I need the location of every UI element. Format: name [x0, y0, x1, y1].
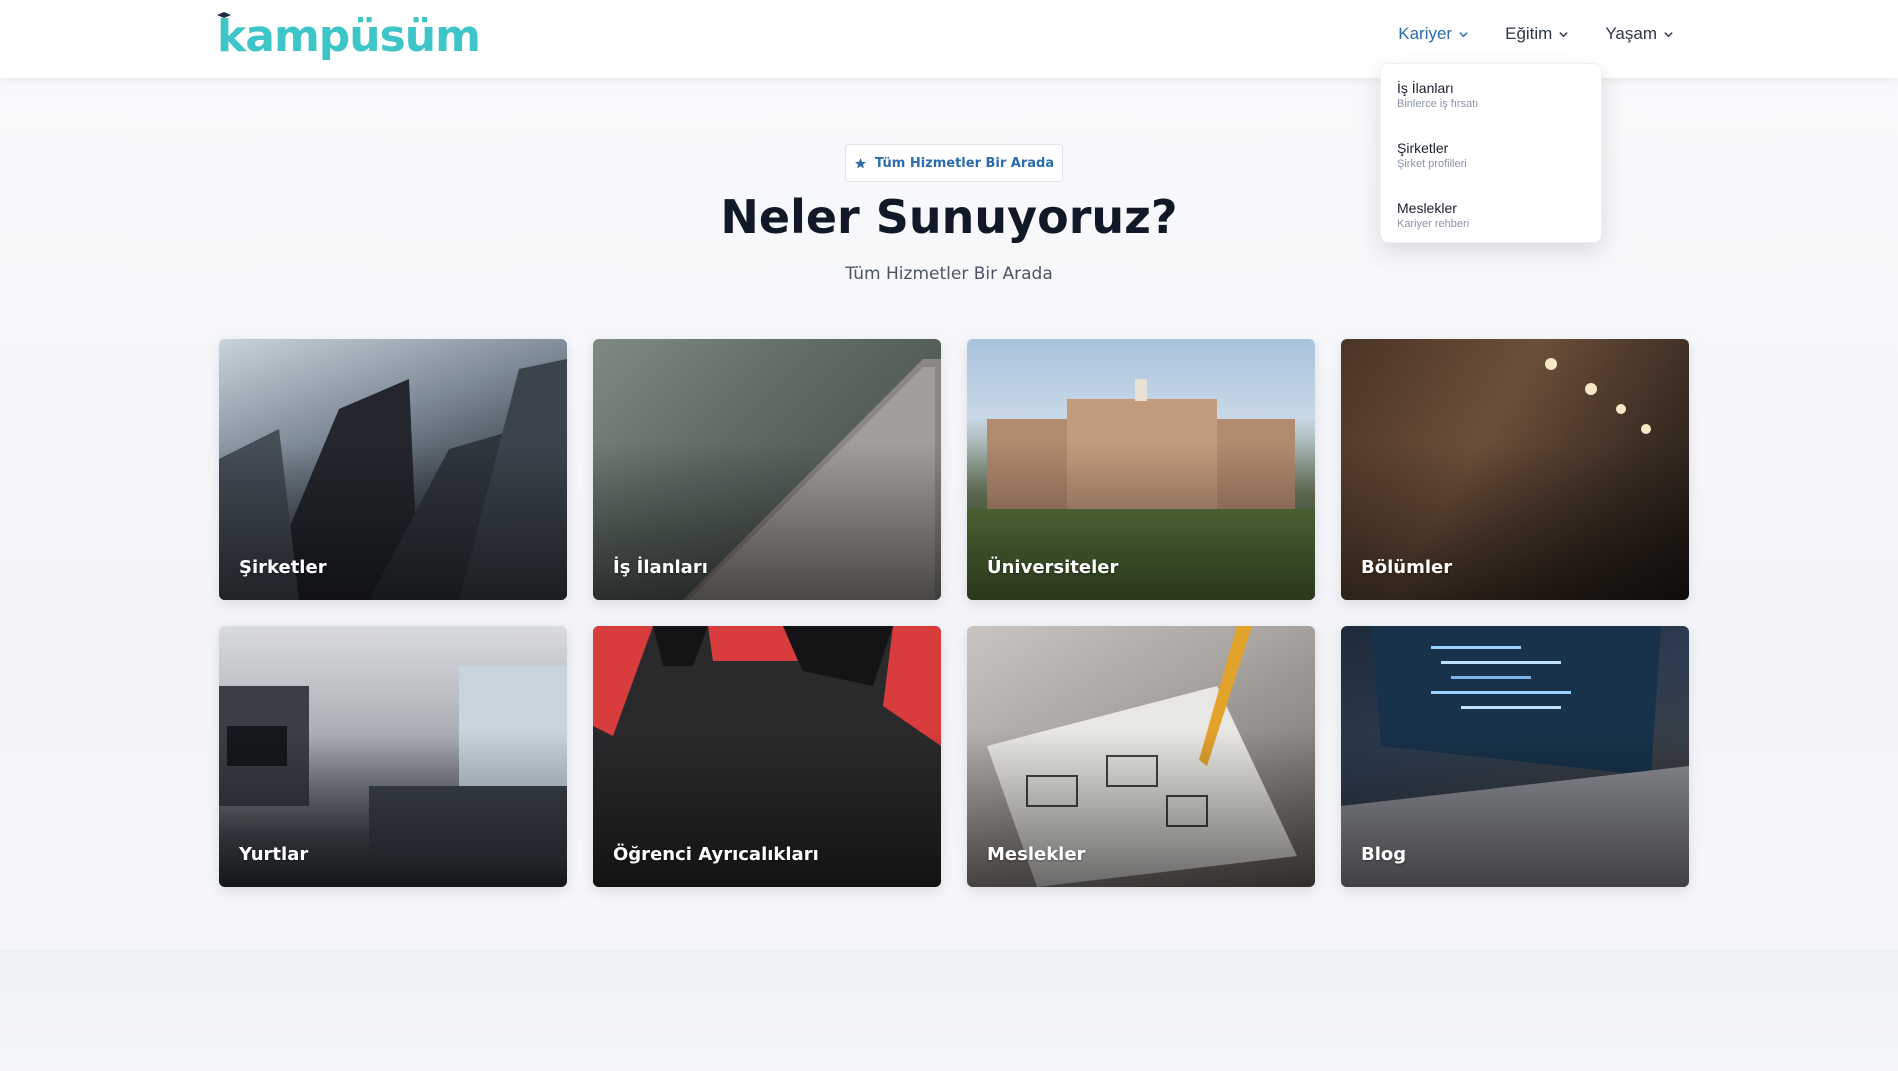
dropdown-item-subtitle: Şirket profilleri: [1397, 158, 1467, 170]
nav-egitim[interactable]: Eğitim: [1505, 24, 1569, 44]
kariyer-dropdown-menu: İş İlanları Binlerce iş fırsatı Şirketle…: [1380, 63, 1602, 243]
chevron-down-icon: [1559, 31, 1569, 37]
service-card-meslekler[interactable]: Meslekler: [967, 626, 1315, 887]
site-header: kampüsüm Kariyer Eğitim Yaşam: [0, 0, 1898, 78]
dropdown-item-is-ilanlari[interactable]: İş İlanları Binlerce iş fırsatı: [1381, 72, 1601, 116]
dropdown-item-subtitle: Kariyer rehberi: [1397, 218, 1470, 230]
service-card-blog[interactable]: Blog: [1341, 626, 1689, 887]
logo[interactable]: kampüsüm: [217, 6, 481, 68]
nav-yasam-label: Yaşam: [1605, 24, 1657, 43]
hero-badge: Tüm Hizmetler Bir Arada: [845, 144, 1063, 182]
service-card-label: Şirketler: [239, 557, 327, 578]
nav-kariyer-label: Kariyer: [1398, 24, 1453, 43]
page-title: Neler Sunuyoruz?: [720, 190, 1178, 244]
next-section-background: [0, 950, 1898, 1071]
service-card-is-ilanlari[interactable]: İş İlanları: [593, 339, 941, 600]
main-nav: Kariyer Eğitim Yaşam: [1398, 24, 1674, 44]
service-card-ogrenci-ayricaliklari[interactable]: Öğrenci Ayrıcalıkları: [593, 626, 941, 887]
dropdown-item-title: Şirketler: [1397, 140, 1449, 156]
nav-kariyer[interactable]: Kariyer: [1398, 24, 1469, 44]
nav-egitim-label: Eğitim: [1505, 24, 1553, 43]
dropdown-item-title: Meslekler: [1397, 200, 1457, 216]
page-subtitle: Tüm Hizmetler Bir Arada: [845, 264, 1053, 284]
dropdown-item-subtitle: Binlerce iş fırsatı: [1397, 98, 1479, 110]
service-card-label: Üniversiteler: [987, 557, 1119, 578]
hero-badge-label: Tüm Hizmetler Bir Arada: [874, 155, 1055, 171]
service-card-sirketler[interactable]: Şirketler: [219, 339, 567, 600]
service-card-label: Yurtlar: [239, 844, 309, 865]
star-icon: [854, 157, 866, 168]
service-card-label: Öğrenci Ayrıcalıkları: [613, 844, 819, 865]
logo-text: kampüsüm: [217, 11, 481, 62]
dropdown-item-meslekler[interactable]: Meslekler Kariyer rehberi: [1381, 192, 1601, 236]
chevron-down-icon: [1459, 31, 1468, 37]
nav-yasam[interactable]: Yaşam: [1605, 24, 1674, 44]
chevron-down-icon: [1664, 31, 1673, 37]
service-card-bolumler[interactable]: Bölümler: [1341, 339, 1689, 600]
graduation-cap-icon: [217, 12, 231, 18]
service-card-label: Meslekler: [987, 844, 1086, 865]
dropdown-item-sirketler[interactable]: Şirketler Şirket profilleri: [1381, 132, 1601, 176]
service-card-universiteler[interactable]: Üniversiteler: [967, 339, 1315, 600]
dropdown-item-title: İş İlanları: [1397, 80, 1454, 96]
service-card-label: Bölümler: [1361, 557, 1453, 578]
service-card-yurtlar[interactable]: Yurtlar: [219, 626, 567, 887]
service-card-label: Blog: [1361, 844, 1407, 865]
service-card-label: İş İlanları: [613, 557, 708, 578]
